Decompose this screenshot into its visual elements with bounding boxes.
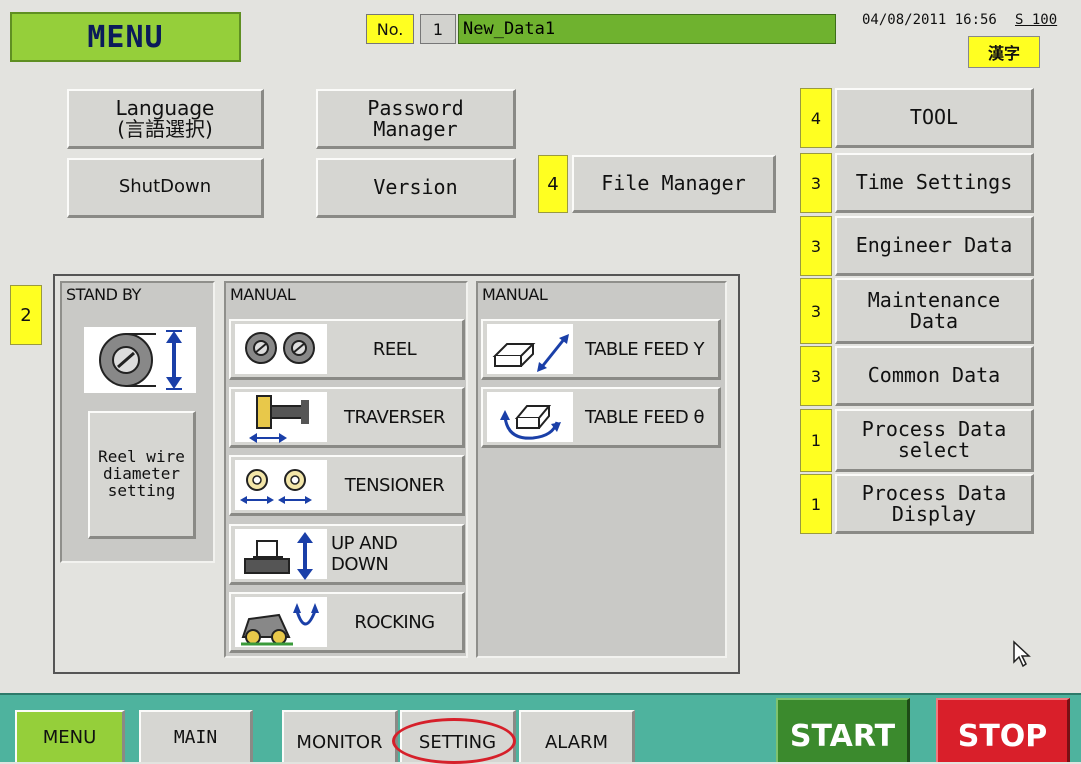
status-code: S 100 — [1015, 12, 1058, 28]
tool-level-badge: 4 — [800, 88, 832, 148]
standby-title: STAND BY — [66, 285, 141, 304]
reel-icon — [235, 324, 327, 374]
reel-wire-diameter-button[interactable]: Reel wire diameter setting — [88, 411, 196, 539]
table-feed-y-icon — [487, 324, 573, 374]
manual-group-1: MANUAL REEL TRAVERSER TENSIONER UP AND D… — [224, 281, 468, 658]
manual-level-badge: 2 — [10, 285, 42, 345]
tensioner-label: TENSIONER — [344, 474, 445, 496]
process-data-display-button[interactable]: Process Data Display — [835, 474, 1034, 534]
traverser-icon — [235, 392, 327, 443]
nav-alarm-button[interactable]: ALARM — [519, 710, 635, 762]
kanji-toggle-button[interactable]: 漢字 — [968, 36, 1040, 68]
time-settings-button[interactable]: Time Settings — [835, 153, 1034, 213]
stop-button[interactable]: STOP — [936, 698, 1070, 762]
table-feed-theta-label: TABLE FEED θ — [584, 406, 705, 428]
data-name-field[interactable]: New_Data1 — [458, 14, 836, 44]
rocking-icon — [235, 597, 327, 647]
right-menu-column: 4 TOOL 3 Time Settings 3 Engineer Data 3… — [800, 88, 1036, 538]
common-data-level-badge: 3 — [800, 346, 832, 406]
time-settings-level-badge: 3 — [800, 153, 832, 213]
table-feed-theta-button[interactable]: TABLE FEED θ — [481, 387, 721, 448]
file-manager-button[interactable]: File Manager — [572, 155, 776, 213]
mouse-cursor-icon — [1012, 640, 1032, 672]
table-feed-y-label: TABLE FEED Y — [584, 338, 705, 360]
nav-monitor-button[interactable]: MONITOR — [282, 710, 398, 762]
rocking-button[interactable]: ROCKING — [229, 592, 465, 653]
datetime-display: 04/08/2011 16:56 — [862, 12, 997, 28]
table-feed-theta-icon — [487, 392, 573, 442]
maintenance-data-level-badge: 3 — [800, 278, 832, 344]
nav-main-button[interactable]: MAIN — [139, 710, 253, 762]
traverser-button[interactable]: TRAVERSER — [229, 387, 465, 448]
manual-group-2: MANUAL TABLE FEED Y TABLE FEED θ — [476, 281, 727, 658]
table-feed-y-button[interactable]: TABLE FEED Y — [481, 319, 721, 380]
engineer-data-button[interactable]: Engineer Data — [835, 216, 1034, 276]
reel-button[interactable]: REEL — [229, 319, 465, 380]
up-and-down-icon — [235, 529, 327, 580]
rocking-label: ROCKING — [354, 611, 435, 633]
tensioner-button[interactable]: TENSIONER — [229, 455, 465, 516]
tensioner-icon — [235, 460, 327, 510]
start-button[interactable]: START — [776, 698, 910, 762]
tool-button[interactable]: TOOL — [835, 88, 1034, 148]
password-manager-button[interactable]: Password Manager — [316, 89, 516, 149]
manual-title-2: MANUAL — [482, 285, 548, 304]
menu-title-bar: MENU — [10, 12, 241, 62]
process-data-display-level-badge: 1 — [800, 474, 832, 534]
process-data-select-button[interactable]: Process Data select — [835, 409, 1034, 472]
data-no-value[interactable]: 1 — [420, 14, 456, 44]
up-and-down-button[interactable]: UP AND DOWN — [229, 524, 465, 585]
data-no-label: No. — [366, 14, 414, 44]
process-data-select-level-badge: 1 — [800, 409, 832, 472]
common-data-button[interactable]: Common Data — [835, 346, 1034, 406]
engineer-data-level-badge: 3 — [800, 216, 832, 276]
manual-title-1: MANUAL — [230, 285, 296, 304]
page-title: MENU — [87, 19, 164, 55]
language-button[interactable]: Language (言語選択) — [67, 89, 264, 149]
shutdown-button[interactable]: ShutDown — [67, 158, 264, 218]
traverser-label: TRAVERSER — [344, 406, 445, 428]
maintenance-data-button[interactable]: Maintenance Data — [835, 278, 1034, 344]
standby-group: STAND BY Reel wire diameter setting — [60, 281, 215, 563]
nav-menu-button[interactable]: MENU — [15, 710, 125, 762]
up-and-down-label: UP AND DOWN — [331, 533, 398, 575]
reel-label: REEL — [372, 338, 417, 360]
version-button[interactable]: Version — [316, 158, 516, 218]
file-manager-level-badge: 4 — [538, 155, 568, 213]
reel-standby-icon — [84, 327, 196, 393]
setting-highlight-ring — [392, 718, 516, 764]
